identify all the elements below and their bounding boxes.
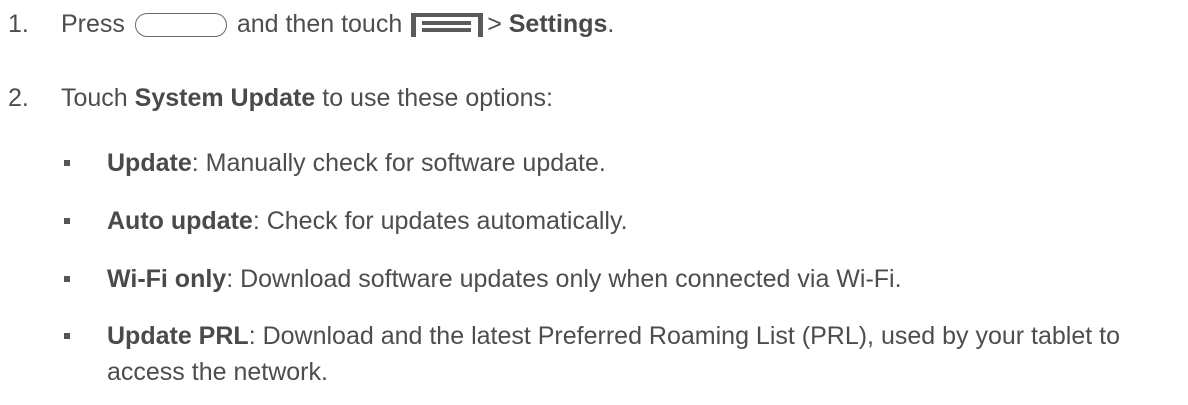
step-rest-text: to use these options: [322,84,553,112]
bullet-icon [64,218,70,224]
option-title: Auto update [107,207,253,235]
option-description: : Manually check for software update. [191,149,606,177]
option-title: Update [107,149,192,177]
bullet-icon [64,160,70,166]
option-title: Wi-Fi only [107,265,227,293]
option-description: : Download software updates only when co… [226,265,902,293]
step-touch-text: Touch [61,84,128,112]
step-press-text: Press [61,10,125,38]
list-item-text: Update PRL: Download and the latest Pref… [107,318,1167,390]
option-description: : Download and the latest Preferred Roam… [107,322,1120,386]
step-period: . [607,10,615,38]
step-separator: > [487,10,502,38]
system-update-label: System Update [134,84,316,112]
list-item-text: Update: Manually check for software upda… [107,145,1167,181]
option-description: : Check for updates automatically. [252,207,628,235]
list-item-text: Wi-Fi only: Download software updates on… [107,261,1167,297]
step-and-then-text: and then touch [236,10,403,38]
settings-label: Settings [508,10,608,38]
step-text: Press and then touch > Settings. [61,10,614,44]
option-title: Update PRL [107,322,249,350]
menu-key-icon [411,13,484,44]
bullet-icon [64,333,70,339]
step-text: Touch System Update to use these options… [61,84,553,113]
home-key-icon [134,13,227,37]
step-number: 1. [8,10,29,38]
step-number: 2. [8,84,29,112]
step-2: 2. Touch System Update to use these opti… [0,84,1188,118]
step-1: 1. Press and then touch > Settings. [0,10,1188,44]
bullet-icon [64,276,70,282]
list-item-text: Auto update: Check for updates automatic… [107,203,1167,239]
